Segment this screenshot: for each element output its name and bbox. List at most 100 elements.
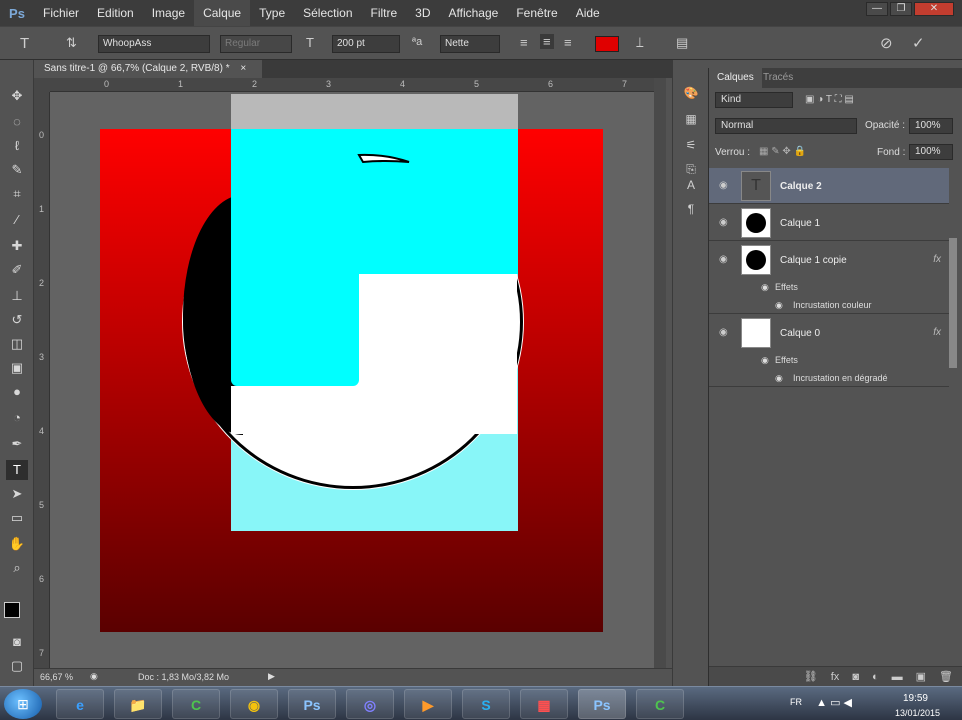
toggle-orientation-icon[interactable]: ⇅ (66, 35, 77, 51)
menu-calque[interactable]: Calque (194, 0, 251, 26)
effects-fx-icon[interactable]: fx (933, 254, 941, 265)
hand-tool-icon[interactable]: ✋ (6, 534, 28, 554)
layer-row[interactable]: ◉ Calque 0 fx ◉ Effets ◉ Incrustation en… (709, 315, 949, 387)
lock-icons[interactable]: ▦ ✎ ✥ 🔒 (759, 146, 806, 157)
color-panel-icon[interactable]: 🎨 (682, 84, 700, 102)
menu-fichier[interactable]: Fichier (34, 0, 88, 26)
tab-calques[interactable]: Calques (709, 68, 762, 88)
photoshop-active-taskbar-icon[interactable]: Ps (578, 689, 626, 719)
ie-taskbar-icon[interactable]: e (56, 689, 104, 719)
close-button[interactable]: ✕ (914, 2, 954, 16)
commit-icon[interactable]: ✓ (912, 34, 925, 52)
effect-name[interactable]: Incrustation couleur (793, 300, 872, 310)
antialias-select[interactable]: Nette (440, 35, 500, 53)
menu-type[interactable]: Type (250, 0, 294, 26)
zoom-tool-icon[interactable]: ⌕ (6, 558, 28, 578)
lasso-tool-icon[interactable]: ℓ (6, 136, 28, 156)
clock-date[interactable]: 13/01/2015 (895, 708, 940, 718)
cancel-icon[interactable]: ⊘ (880, 34, 893, 52)
clock-time[interactable]: 19:59 (903, 693, 928, 704)
camtasia-recorder-taskbar-icon[interactable]: C (636, 689, 684, 719)
font-style-select[interactable]: Regular (220, 35, 292, 53)
status-arrow-icon[interactable]: ▶ (268, 671, 275, 682)
layer-row[interactable]: ◉ T Calque 2 (709, 168, 949, 204)
character-panel-icon[interactable]: A (682, 176, 700, 194)
effect-name[interactable]: Incrustation en dégradé (793, 373, 888, 383)
foreground-color-swatch[interactable] (4, 602, 20, 618)
apps-taskbar-icon[interactable]: ▦ (520, 689, 568, 719)
eraser-tool-icon[interactable]: ◫ (6, 334, 28, 354)
visibility-eye-icon[interactable]: ◉ (719, 217, 731, 229)
canvas-scrollbar[interactable] (654, 78, 666, 668)
menu-selection[interactable]: Sélection (294, 0, 361, 26)
filter-icons[interactable]: ▣ ◑ T ⛶ ▤ (805, 94, 854, 105)
layer-name[interactable]: Calque 1 copie (780, 255, 847, 266)
warp-text-icon[interactable]: ⟘ (636, 35, 644, 51)
menu-fenetre[interactable]: Fenêtre (507, 0, 566, 26)
visibility-eye-icon[interactable]: ◉ (719, 254, 731, 266)
align-center-icon[interactable]: ≡ (540, 34, 554, 49)
character-panel-icon[interactable]: ▤ (676, 35, 688, 51)
blur-tool-icon[interactable]: ● (6, 382, 28, 402)
layers-scrollbar[interactable] (949, 238, 957, 368)
delete-layer-icon[interactable]: 🗑 (939, 670, 953, 683)
tab-traces[interactable]: Tracés (755, 68, 801, 88)
menu-3d[interactable]: 3D (406, 0, 439, 26)
restore-button[interactable]: ❐ (890, 2, 912, 16)
screen-mode-icon[interactable]: ▢ (6, 656, 28, 676)
type-tool-icon[interactable]: T (6, 460, 28, 480)
brush-tool-icon[interactable]: ✐ (6, 260, 28, 280)
blend-mode-select[interactable]: Normal (715, 118, 857, 134)
add-mask-icon[interactable]: ◙ (852, 671, 859, 683)
tray-icons[interactable]: ▲ ▭ ◀ (816, 696, 852, 709)
menu-edition[interactable]: Edition (88, 0, 143, 26)
dodge-tool-icon[interactable]: ◔ (6, 408, 28, 428)
camtasia-taskbar-icon[interactable]: C (172, 689, 220, 719)
rectangle-tool-icon[interactable]: ▭ (6, 508, 28, 528)
link-layers-icon[interactable]: ⛓ (804, 670, 818, 683)
gradient-tool-icon[interactable]: ▣ (6, 358, 28, 378)
adjustment-layer-icon[interactable]: ◐ (872, 671, 879, 683)
opacity-field[interactable]: 100% (909, 118, 953, 134)
explorer-taskbar-icon[interactable]: 📁 (114, 689, 162, 719)
quick-mask-icon[interactable]: ◙ (6, 632, 28, 652)
new-group-icon[interactable]: ▬ (892, 671, 903, 683)
layer-row[interactable]: ◉ Calque 1 copie fx ◉ Effets ◉ Incrustat… (709, 242, 949, 314)
chrome-taskbar-icon[interactable]: ◉ (230, 689, 278, 719)
quick-selection-tool-icon[interactable]: ✎ (6, 160, 28, 180)
layer-filter-select[interactable]: Kind (715, 92, 793, 108)
menu-image[interactable]: Image (143, 0, 194, 26)
layer-name[interactable]: Calque 2 (780, 181, 822, 192)
align-right-icon[interactable]: ≡ (564, 35, 572, 50)
text-tool-icon[interactable]: T (20, 35, 29, 52)
media-player-taskbar-icon[interactable]: ▶ (404, 689, 452, 719)
add-style-icon[interactable]: fx (831, 671, 840, 683)
zoom-level[interactable]: 66,67 % (40, 672, 73, 682)
layer-name[interactable]: Calque 1 (780, 218, 820, 229)
close-tab-icon[interactable]: × (240, 63, 246, 74)
document-tab[interactable]: Sans titre-1 @ 66,7% (Calque 2, RVB/8) *… (34, 60, 262, 78)
marquee-tool-icon[interactable]: ◌ (6, 112, 28, 132)
swatches-panel-icon[interactable]: ▦ (682, 110, 700, 128)
crop-tool-icon[interactable]: ⌗ (6, 184, 28, 204)
path-selection-tool-icon[interactable]: ➤ (6, 484, 28, 504)
pen-tool-icon[interactable]: ✒ (6, 434, 28, 454)
cinema4d-taskbar-icon[interactable]: ◎ (346, 689, 394, 719)
menu-affichage[interactable]: Affichage (440, 0, 508, 26)
fill-field[interactable]: 100% (909, 144, 953, 160)
language-indicator[interactable]: FR (790, 697, 802, 707)
layer-row[interactable]: ◉ Calque 1 (709, 205, 949, 241)
new-layer-icon[interactable]: ▣ (916, 670, 926, 683)
layer-name[interactable]: Calque 0 (780, 328, 820, 339)
healing-brush-tool-icon[interactable]: ✚ (6, 236, 28, 256)
effects-eye-icon[interactable]: ◉ (761, 282, 769, 293)
text-color-swatch[interactable] (595, 36, 619, 52)
font-family-select[interactable]: WhoopAss (98, 35, 210, 53)
menu-aide[interactable]: Aide (567, 0, 609, 26)
effect-eye-icon[interactable]: ◉ (775, 373, 783, 384)
adjustments-panel-icon[interactable]: ⚟ (682, 136, 700, 154)
visibility-eye-icon[interactable]: ◉ (719, 180, 731, 192)
move-tool-icon[interactable]: ✥ (6, 86, 28, 106)
menu-filtre[interactable]: Filtre (362, 0, 407, 26)
eyedropper-tool-icon[interactable]: ⁄ (6, 210, 28, 230)
